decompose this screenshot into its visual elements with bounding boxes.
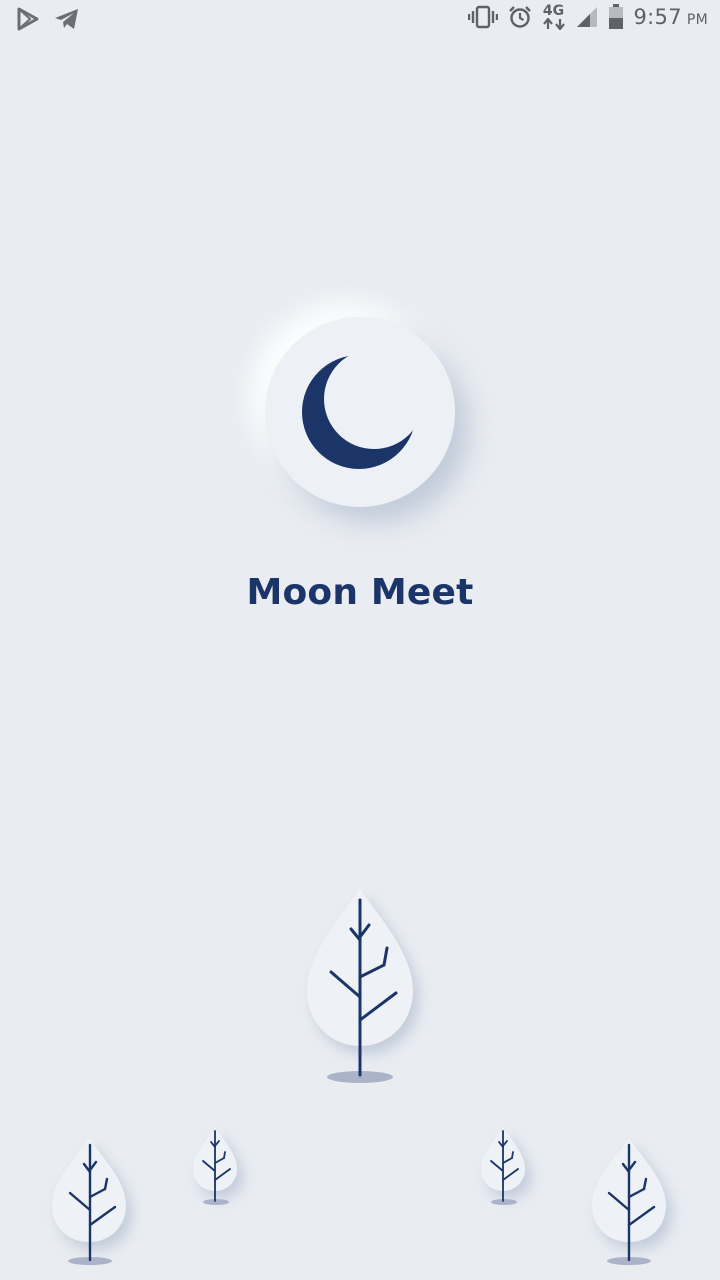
- system-icons: 4G 9:57 PM: [467, 2, 708, 30]
- tree-icon: [588, 1135, 670, 1265]
- vibrate-icon: [467, 5, 498, 29]
- telegram-icon: [54, 7, 80, 31]
- play-store-icon: [16, 7, 40, 31]
- notification-icons: [16, 7, 80, 31]
- tree-icon: [303, 885, 418, 1085]
- clock-time: 9:57: [633, 5, 682, 29]
- clock: 9:57 PM: [634, 5, 708, 29]
- network-4g-icon: 4G: [542, 2, 566, 30]
- battery-icon: [608, 4, 624, 30]
- tree-icon: [190, 1125, 240, 1207]
- alarm-icon: [508, 5, 532, 29]
- signal-icon: [576, 6, 598, 28]
- app-logo: [265, 317, 455, 507]
- app-title: Moon Meet: [246, 572, 474, 613]
- tree-icon: [48, 1135, 130, 1265]
- clock-ampm: PM: [686, 12, 708, 28]
- crescent-moon-icon: [302, 355, 416, 469]
- network-type: 4G: [542, 2, 565, 19]
- status-bar: 4G 9:57 PM: [0, 0, 720, 40]
- tree-icon: [478, 1125, 528, 1207]
- splash-screen: 4G 9:57 PM Moon Meet: [0, 0, 720, 1280]
